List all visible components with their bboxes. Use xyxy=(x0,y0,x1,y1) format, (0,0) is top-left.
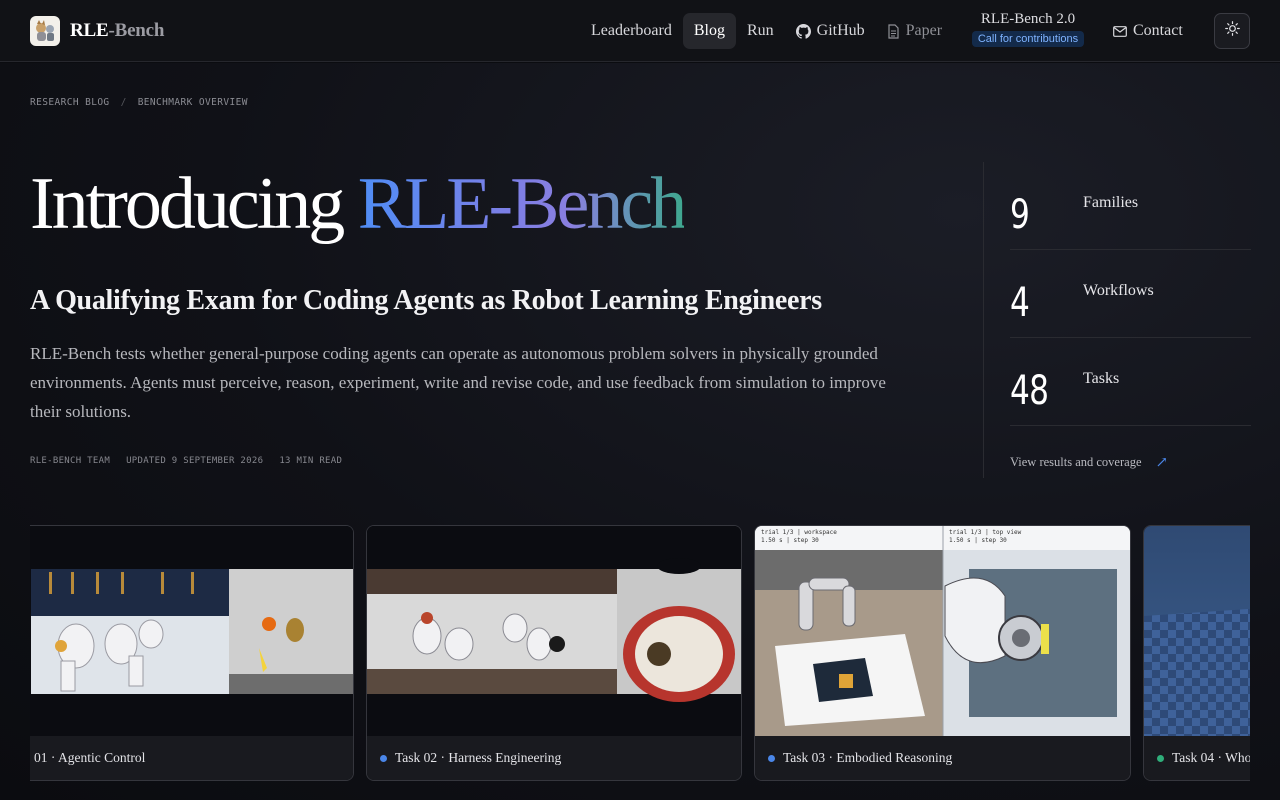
article-meta: RLE-BENCH TEAM UPDATED 9 SEPTEMBER 2026 … xyxy=(30,456,358,466)
paper-label: Paper xyxy=(905,22,943,39)
task-video-thumbnail xyxy=(1144,526,1250,737)
main-nav: Leaderboard Blog Run GitHub Paper xyxy=(580,13,953,49)
task-card-title: Task 04 · Whol xyxy=(1172,750,1250,765)
page-subtitle: A Qualifying Exam for Coding Agents as R… xyxy=(30,285,822,316)
stat-label: Workflows xyxy=(1083,282,1154,299)
breadcrumb-separator: / xyxy=(120,97,127,108)
version-title: RLE-Bench 2.0 xyxy=(980,11,1076,27)
nav-leaderboard-link[interactable]: Leaderboard xyxy=(580,13,683,49)
github-label: GitHub xyxy=(816,22,865,39)
stat-label: Families xyxy=(1083,194,1139,211)
nav-blog-link[interactable]: Blog xyxy=(682,13,736,49)
stat-value: 9 xyxy=(1010,192,1030,238)
nav-run-link[interactable]: Run xyxy=(736,13,785,49)
meta-author: RLE-BENCH TEAM xyxy=(30,456,111,466)
call-for-contributions-badge[interactable]: Call for contributions xyxy=(971,31,1085,47)
view-results-label: View results and coverage xyxy=(1010,455,1142,469)
task-video-thumbnail: trial 1/3 | workspace 1.50 s | step 30 t… xyxy=(755,526,1130,737)
view-results-link[interactable]: View results and coverage ↗ xyxy=(1010,453,1168,472)
page-title: Introducing RLE-Bench xyxy=(30,163,687,245)
meta-updated: UPDATED 9 SEPTEMBER 2026 xyxy=(126,456,264,466)
topview-overlay-text: trial 1/3 | top view 1.50 s | step 30 xyxy=(949,529,1022,544)
task-video-thumbnail xyxy=(367,526,741,737)
task-card-caption: Task 03 · Embodied Reasoning xyxy=(755,736,1130,780)
theme-toggle-button[interactable] xyxy=(1214,13,1250,49)
stat-families: 9 Families xyxy=(1010,162,1251,250)
workspace-overlay-text: trial 1/3 | workspace 1.50 s | step 30 xyxy=(761,529,837,544)
logo-icon xyxy=(30,16,60,46)
nav-contact-link[interactable]: Contact xyxy=(1102,13,1194,49)
task-status-dot xyxy=(1157,754,1164,762)
task-card-title: 01 · Agentic Control xyxy=(34,750,146,765)
stats-panel: 9 Families 4 Workflows 48 Tasks View res… xyxy=(983,162,1251,478)
contact-label: Contact xyxy=(1133,22,1183,39)
breadcrumb-research-blog[interactable]: RESEARCH BLOG xyxy=(30,97,110,108)
brand-name: RLE-Bench xyxy=(70,20,165,41)
task-card-embodied-reasoning[interactable]: trial 1/3 | workspace 1.50 s | step 30 t… xyxy=(754,525,1131,781)
arrow-up-right-icon: ↗ xyxy=(1155,455,1169,471)
mail-icon xyxy=(1113,25,1127,37)
task-card-agentic-control[interactable]: 01 · Agentic Control xyxy=(30,525,354,781)
stat-workflows: 4 Workflows xyxy=(1010,250,1251,338)
task-card-harness-engineering[interactable]: Task 02 · Harness Engineering xyxy=(366,525,742,781)
github-icon xyxy=(795,23,811,39)
breadcrumb-current: BENCHMARK OVERVIEW xyxy=(137,97,248,108)
task-card-caption: Task 04 · Whol xyxy=(1144,736,1250,780)
meta-read-time: 13 MIN READ xyxy=(279,456,343,466)
stat-value: 4 xyxy=(1010,280,1030,326)
breadcrumb: RESEARCH BLOG / BENCHMARK OVERVIEW xyxy=(30,97,248,108)
stat-label: Tasks xyxy=(1083,370,1120,387)
intro-description: RLE-Bench tests whether general-purpose … xyxy=(30,344,886,421)
nav-paper-link[interactable]: Paper xyxy=(876,13,953,49)
task-card-title: Task 03 · Embodied Reasoning xyxy=(783,750,953,765)
task-video-thumbnail xyxy=(30,526,353,737)
task-card-caption: 01 · Agentic Control xyxy=(30,736,353,780)
stat-value: 48 xyxy=(1010,368,1049,414)
task-card-whole[interactable]: Task 04 · Whol xyxy=(1143,525,1250,781)
task-status-dot xyxy=(768,754,775,762)
task-card-caption: Task 02 · Harness Engineering xyxy=(367,736,741,780)
top-nav: RLE-Bench Leaderboard Blog Run GitHub Pa… xyxy=(0,0,1280,62)
nav-github-link[interactable]: GitHub xyxy=(785,13,876,49)
stat-tasks: 48 Tasks xyxy=(1010,338,1251,426)
task-status-dot xyxy=(380,754,387,762)
title-highlight: RLE-Bench xyxy=(357,163,687,245)
brand-home-link[interactable]: RLE-Bench xyxy=(30,16,164,46)
document-icon xyxy=(887,23,900,39)
sun-icon xyxy=(1224,21,1240,41)
hero-section: RESEARCH BLOG / BENCHMARK OVERVIEW Intro… xyxy=(0,63,1280,800)
version-announcement[interactable]: RLE-Bench 2.0 Call for contributions xyxy=(968,11,1088,47)
task-carousel[interactable]: 01 · Agentic Control Task 02 · Harness E… xyxy=(30,525,1250,783)
task-card-title: Task 02 · Harness Engineering xyxy=(395,750,562,765)
